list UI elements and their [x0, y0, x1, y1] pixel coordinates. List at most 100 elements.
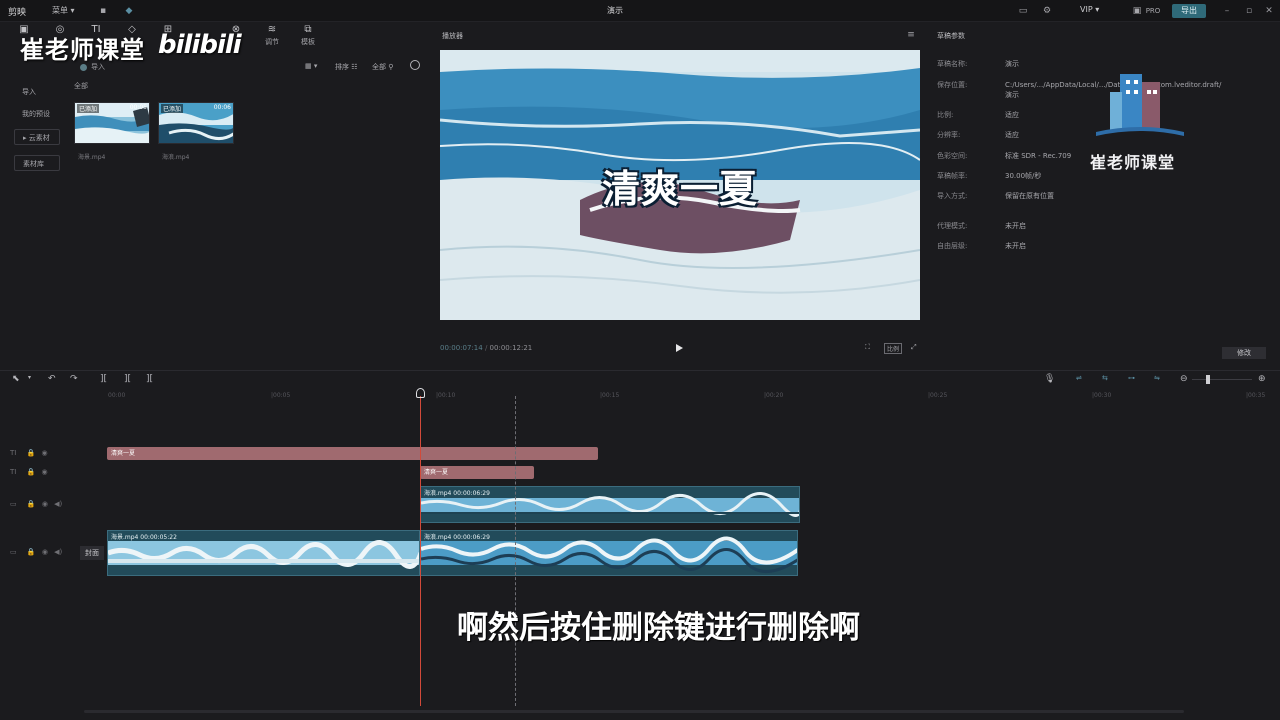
feedback-icon[interactable]: ▭ [1016, 4, 1030, 18]
redo-icon[interactable]: ↷ [70, 374, 78, 384]
video-caption[interactable]: 清爽一夏 [440, 158, 920, 213]
zoom-in-icon[interactable]: ⊕ [1258, 374, 1266, 384]
maximize-icon[interactable]: ▫ [1242, 4, 1256, 18]
main-track-magnet-icon[interactable]: ⇌ [1076, 374, 1082, 382]
editor-window: 剪映 菜单 ▾ ▪ ◆ 演示 ▭ ⚙ VIP ▾ ▣ PRO 导出 – ▫ ✕ … [0, 0, 1280, 720]
draft-params-title: 草稿参数 [937, 32, 965, 40]
search-icon[interactable] [410, 60, 420, 70]
zoom-slider-handle[interactable] [1206, 375, 1210, 384]
plus-icon [80, 63, 87, 71]
eye-icon[interactable]: ◉ [42, 468, 48, 476]
text-clip[interactable]: 清爽一夏 [420, 466, 534, 479]
filter-all[interactable]: 全部 [74, 81, 88, 91]
sidebar-item-import[interactable]: 导入 [14, 84, 60, 100]
minimize-icon[interactable]: – [1220, 4, 1234, 18]
export-button[interactable]: 导出 [1172, 4, 1206, 18]
preview-canvas[interactable]: 清爽一夏 [440, 50, 920, 320]
timeline-toolbar [0, 370, 1280, 388]
menu-button[interactable]: 菜单 ▾ [52, 5, 75, 16]
view-mode-toggle[interactable]: ▦ ▾ [305, 62, 317, 70]
track-header-video-1: ▭ 🔒 ◉ ◀) [10, 500, 62, 508]
row-value: 未开启 [1005, 222, 1026, 230]
trim-right-icon[interactable]: ][ [146, 374, 153, 384]
fullscreen-preview-icon[interactable]: ⛶ [865, 343, 870, 352]
lock-icon[interactable]: 🔒 [27, 468, 36, 476]
trim-left-icon[interactable]: ][ [124, 374, 131, 384]
video-clip-main-1[interactable]: 海景.mp4 00:00:05:22 [107, 530, 420, 576]
close-icon[interactable]: ✕ [1262, 4, 1276, 18]
clip-label: 海景.mp4 00:00:05:22 [111, 534, 177, 541]
more-icon[interactable]: ≡ [904, 28, 918, 42]
text-track-icon: TI [10, 468, 17, 476]
video-clip-overlay[interactable]: 海浪.mp4 00:00:06:29 [420, 486, 800, 523]
ruler-tick: 00:00 [108, 392, 126, 399]
pro-label[interactable]: PRO [1144, 4, 1162, 18]
sort-button[interactable]: 排序 ☷ [335, 62, 358, 72]
text-track-icon: TI [10, 449, 17, 457]
playhead[interactable] [420, 396, 421, 706]
import-button[interactable]: 导入 [80, 62, 105, 72]
tool-template[interactable]: ⧉ 模板 [288, 24, 328, 48]
preview-axis-icon[interactable]: ⇋ [1154, 374, 1160, 382]
zoom-slider-track[interactable] [1192, 379, 1252, 380]
text-clip[interactable]: 清爽一夏 [107, 447, 598, 460]
document-title: 演示 [607, 6, 623, 15]
sidebar-item-cloud[interactable]: ▸ 云素材 [14, 129, 60, 145]
total-time: 00:00:12:21 [489, 344, 533, 352]
speaker-icon[interactable]: ◀) [54, 548, 62, 556]
thumb-name: 海浪.mp4 [162, 154, 190, 161]
select-cursor-icon[interactable]: ⬉ [12, 374, 20, 384]
speaker-icon[interactable]: ◀) [54, 500, 62, 508]
added-badge: 已添加 [77, 104, 100, 113]
row-key: 色彩空间: [937, 152, 968, 160]
filter-button[interactable]: 全部 ⚲ [372, 62, 393, 72]
added-badge: 已添加 [161, 104, 184, 113]
tool-adjust[interactable]: ≋ 调节 [252, 24, 292, 48]
time-ruler[interactable]: 00:00 |00:05 |00:10 |00:15 |00:20 |00:25… [106, 392, 1276, 402]
media-thumb-waves[interactable]: 已添加 00:06 [158, 102, 234, 144]
sidebar-item-presets[interactable]: 我的预设 [14, 106, 60, 122]
duration-badge: 00:05 [129, 104, 147, 111]
play-icon[interactable] [676, 344, 683, 352]
row-key: 比例: [937, 111, 954, 119]
edit-button[interactable]: 修改 [1222, 347, 1266, 359]
layout-icon[interactable]: ▪ [96, 4, 110, 18]
app-name: 剪映 [8, 8, 27, 18]
vip-button[interactable]: VIP ▾ [1080, 5, 1099, 14]
chevron-down-icon[interactable]: ▾ [28, 374, 31, 381]
expand-icon[interactable]: ⤢ [911, 343, 917, 352]
zoom-out-icon[interactable]: ⊖ [1180, 374, 1188, 384]
split-icon[interactable]: ][ [100, 374, 107, 384]
settings-icon[interactable]: ⚙ [1040, 4, 1054, 18]
auto-snap-icon[interactable]: ⇆ [1102, 374, 1108, 382]
timecode: 00:00:07:14 / 00:00:12:21 [440, 344, 533, 352]
eye-icon[interactable]: ◉ [42, 500, 48, 508]
shield-icon[interactable]: ◆ [122, 4, 136, 18]
tool-adjust-label: 调节 [265, 38, 279, 46]
video-clip-main-2[interactable]: 海浪.mp4 00:00:06:29 [420, 530, 798, 576]
cover-button[interactable]: 封面 [80, 546, 104, 560]
lock-icon[interactable]: 🔒 [27, 449, 36, 457]
eye-icon[interactable]: ◉ [42, 548, 48, 556]
track-header-main: ▭ 🔒 ◉ ◀) [10, 548, 62, 556]
eye-icon[interactable]: ◉ [42, 449, 48, 457]
lock-icon[interactable]: 🔒 [27, 548, 36, 556]
row-key: 草稿帧率: [937, 172, 968, 180]
thumb-name: 海景.mp4 [78, 154, 106, 161]
linkage-icon[interactable]: ⊶ [1128, 374, 1135, 382]
row-value: 未开启 [1005, 242, 1026, 250]
undo-icon[interactable]: ↶ [48, 374, 56, 384]
player-title: 播放器 [442, 32, 463, 40]
title-bar: 剪映 菜单 ▾ ▪ ◆ 演示 ▭ ⚙ VIP ▾ ▣ PRO 导出 – ▫ ✕ [0, 0, 1280, 22]
logo-caption: 崔老师课堂 [1090, 153, 1176, 172]
ratio-button[interactable]: 比例 [884, 343, 903, 354]
sidebar-item-library[interactable]: 素材库 [14, 155, 60, 171]
pro-icon[interactable]: ▣ [1130, 4, 1144, 18]
media-thumb-beach[interactable]: 已添加 00:05 [74, 102, 150, 144]
timeline-scrollbar[interactable] [84, 710, 1184, 713]
lock-icon[interactable]: 🔒 [27, 500, 36, 508]
template-icon: ⧉ [304, 24, 312, 35]
microphone-icon[interactable]: 🎙 [1044, 374, 1055, 384]
ruler-tick: |00:05 [271, 392, 291, 399]
playhead-handle[interactable] [416, 388, 425, 398]
